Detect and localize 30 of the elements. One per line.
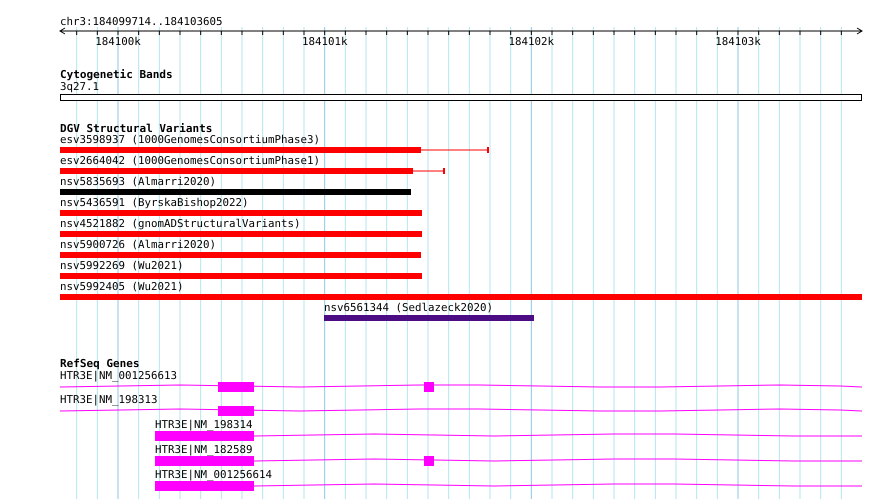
variant-bar[interactable] <box>60 147 489 153</box>
variant-label: nsv5992269 (Wu2021) <box>60 259 184 272</box>
transcript-label: HTR3E|NM_001256614 <box>155 468 272 481</box>
transcript-model[interactable] <box>155 481 862 491</box>
transcript-label: HTR3E|NM_198314 <box>155 418 253 431</box>
ruler-tick-label: 184102k <box>508 35 554 48</box>
transcript-model[interactable] <box>155 431 862 441</box>
ruler-tick-label: 184101k <box>302 35 348 48</box>
variant-label: nsv5900726 (Almarri2020) <box>60 238 216 251</box>
track-title: Cytogenetic Bands <box>60 68 173 81</box>
transcript-model[interactable] <box>60 406 862 416</box>
location-label: chr3:184099714..184103605 <box>60 15 223 28</box>
variant-label: nsv5835693 (Almarri2020) <box>60 175 216 188</box>
transcript-model[interactable] <box>155 456 862 466</box>
track-title: DGV Structural Variants <box>60 122 212 135</box>
ruler-tick-label: 184100k <box>95 35 141 48</box>
variant-label: esv3598937 (1000GenomesConsortiumPhase3) <box>60 133 320 146</box>
variant-label: nsv4521882 (gnomADStructuralVariants) <box>60 217 301 230</box>
variant-label: nsv5436591 (ByrskaBishop2022) <box>60 196 249 209</box>
variant-bar[interactable] <box>60 168 445 174</box>
variant-label: nsv6561344 (Sedlazeck2020) <box>324 301 494 314</box>
track-title: RefSeq Genes <box>60 357 140 370</box>
band-label: 3q27.1 <box>60 80 100 93</box>
transcript-label: HTR3E|NM_001256613 <box>60 369 178 382</box>
variant-label: esv2664042 (1000GenomesConsortiumPhase1) <box>60 154 320 167</box>
transcript-model[interactable] <box>60 382 862 392</box>
transcript-label: HTR3E|NM_182589 <box>155 443 253 456</box>
ruler-tick-label: 184103k <box>715 35 761 48</box>
variant-label: nsv5992405 (Wu2021) <box>60 280 184 293</box>
transcript-label: HTR3E|NM_198313 <box>60 393 158 406</box>
